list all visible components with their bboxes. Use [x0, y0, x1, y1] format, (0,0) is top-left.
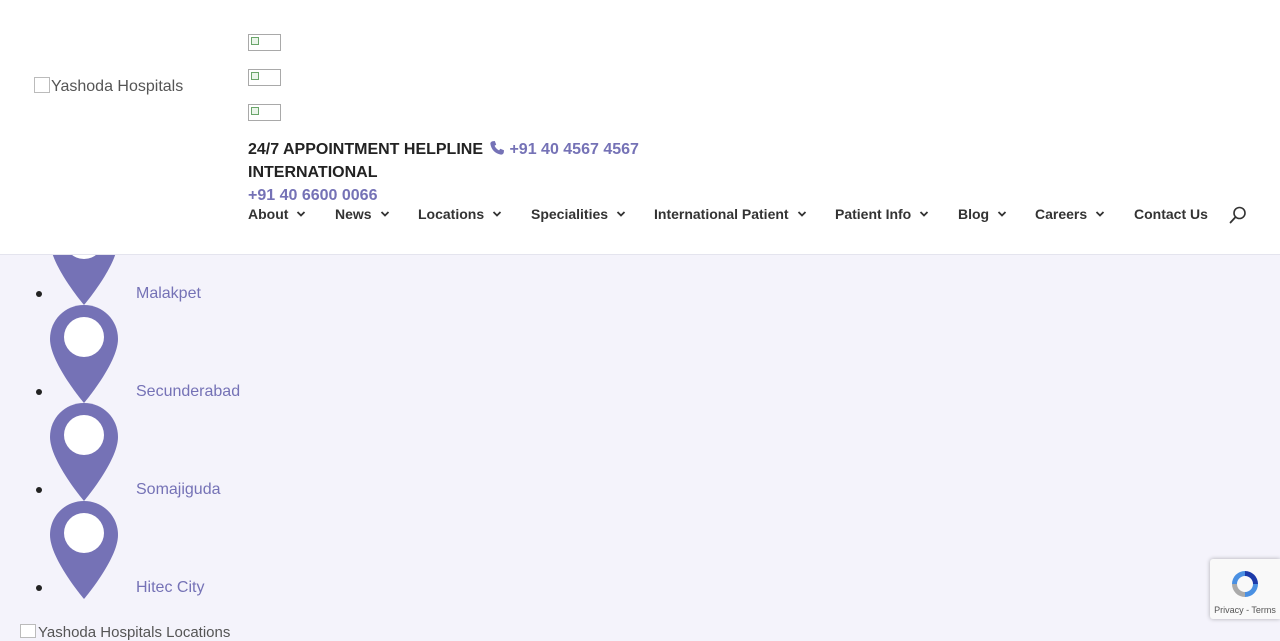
list-bullet — [36, 585, 42, 591]
nav-item-label: Patient Info — [835, 206, 912, 222]
helpline-label: 24/7 APPOINTMENT HELPLINE — [248, 141, 483, 158]
list-bullet — [36, 389, 42, 395]
appointment-helpline: 24/7 APPOINTMENT HELPLINE +91 40 4567 45… — [248, 140, 639, 160]
broken-image-icon — [34, 77, 50, 93]
location-item-hitec-city[interactable]: Hitec City — [36, 501, 436, 599]
international-phone-link[interactable]: +91 40 6600 0066 — [248, 186, 377, 206]
chevron-down-icon — [1096, 211, 1105, 217]
site-header: Yashoda Hospitals 24/7 APPOINTMENT HELPL… — [0, 0, 1280, 255]
nav-item-label: News — [335, 206, 372, 222]
chevron-down-icon — [297, 211, 306, 217]
nav-item-contact-us[interactable]: Contact Us — [1134, 204, 1208, 224]
nav-item-label: Blog — [958, 206, 990, 222]
header-image-1[interactable] — [248, 34, 281, 51]
list-bullet — [36, 291, 42, 297]
recaptcha-icon — [1232, 571, 1258, 597]
nav-item-international-patient[interactable]: International Patient — [654, 204, 807, 224]
nav-item-news[interactable]: News — [335, 204, 390, 224]
nav-item-locations[interactable]: Locations — [418, 204, 502, 224]
nav-item-specialities[interactable]: Specialities — [531, 204, 626, 224]
nav-item-label: Locations — [418, 206, 485, 222]
nav-item-patient-info[interactable]: Patient Info — [835, 204, 929, 224]
recaptcha-terms[interactable]: Privacy - Terms — [1210, 605, 1280, 615]
chevron-down-icon — [380, 211, 389, 217]
header-image-3[interactable] — [248, 104, 281, 121]
nav-item-label: Careers — [1035, 206, 1088, 222]
map-pin-icon — [50, 403, 118, 501]
nav-item-label: Contact Us — [1134, 206, 1208, 222]
recaptcha-badge[interactable]: Privacy - Terms — [1210, 559, 1280, 619]
location-link[interactable]: Hitec City — [136, 579, 204, 597]
chevron-down-icon — [616, 211, 626, 217]
nav-item-label: Specialities — [531, 206, 609, 222]
nav-item-blog[interactable]: Blog — [958, 204, 1007, 224]
chevron-down-icon — [920, 211, 929, 217]
location-link[interactable]: Malakpet — [136, 285, 201, 303]
list-bullet — [36, 487, 42, 493]
nav-item-label: About — [248, 206, 289, 222]
broken-image-icon — [20, 624, 36, 638]
search-icon[interactable] — [1229, 206, 1247, 224]
helpline-phone-link[interactable]: +91 40 4567 4567 — [509, 141, 638, 158]
site-logo[interactable]: Yashoda Hospitals — [34, 77, 183, 96]
nav-item-about[interactable]: About — [248, 204, 306, 224]
chevron-down-icon — [492, 211, 502, 217]
map-pin-icon — [50, 305, 118, 403]
nav-item-label: International Patient — [654, 206, 789, 222]
chevron-down-icon — [797, 211, 806, 217]
location-link[interactable]: Secunderabad — [136, 383, 240, 401]
map-pin-icon — [50, 501, 118, 599]
header-image-2[interactable] — [248, 69, 281, 86]
nav-item-careers[interactable]: Careers — [1035, 204, 1105, 224]
location-link[interactable]: Somajiguda — [136, 481, 221, 499]
phone-icon — [490, 141, 505, 155]
location-item-secunderabad[interactable]: Secunderabad — [36, 305, 436, 403]
location-item-somajiguda[interactable]: Somajiguda — [36, 403, 436, 501]
international-label: INTERNATIONAL — [248, 164, 378, 181]
chevron-down-icon — [997, 211, 1007, 217]
logo-alt-text: Yashoda Hospitals — [51, 78, 184, 95]
